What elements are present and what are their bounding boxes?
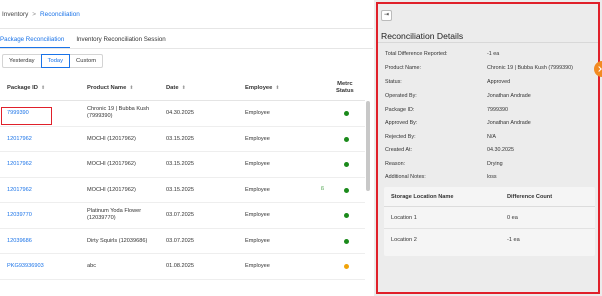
tab-bar: Package Reconciliation Inventory Reconci…	[0, 34, 178, 48]
package-id-link[interactable]: 12017962	[7, 161, 32, 168]
location-count: -1 ea	[507, 237, 520, 243]
close-details-icon[interactable]: ⇥	[381, 10, 392, 21]
table-row[interactable]: 12039770 Platinum Yoda Flower (12039770) …	[0, 203, 365, 229]
table-row[interactable]: 7999390 Chronic 19 | Bubba Kush (7999390)…	[0, 101, 365, 127]
sort-icon[interactable]: ⬍	[275, 85, 279, 91]
breadcrumb: Inventory > Reconciliation	[2, 11, 80, 18]
row-employee: Employee	[245, 135, 270, 142]
package-id-link[interactable]: 12017962	[7, 187, 32, 194]
header-product-name[interactable]: Product Name ⬍	[87, 85, 134, 91]
package-id-link[interactable]: 12017962	[7, 136, 32, 143]
header-employee[interactable]: Employee ⬍	[245, 85, 280, 91]
location-row: Location 1 0 ea	[384, 207, 595, 229]
details-title: Reconciliation Details	[381, 31, 464, 41]
table-row[interactable]: 12039686 Dirty Squirls (12039686) 03.07.…	[0, 229, 365, 254]
tab-package-reconciliation[interactable]: Package Reconciliation	[0, 34, 71, 48]
status-dot	[344, 162, 349, 167]
stray-mark: ß	[321, 186, 325, 192]
reconciliation-table: Package ID ⬍ Product Name ⬍ Date ⬍ Employee…	[0, 77, 365, 280]
package-id-link[interactable]: 12039770	[7, 212, 32, 219]
row-date: 03.15.2025	[166, 135, 194, 142]
status-dot	[344, 136, 349, 142]
table-row[interactable]: 12017962 MOCHI (12017962) 03.15.2025 Emp…	[0, 178, 365, 203]
location-name: Location 1	[391, 215, 417, 221]
row-employee: Employee	[245, 161, 270, 167]
product-name: Dirty Squirls (12039686)	[87, 237, 148, 244]
row-date: 03.15.2025	[166, 161, 194, 167]
location-row: Location 2 -1 ea	[384, 229, 595, 251]
product-name: Platinum Yoda Flower (12039770)	[87, 208, 142, 221]
status-dot	[344, 111, 349, 116]
breadcrumb-separator: >	[32, 11, 37, 18]
row-date: 03.15.2025	[166, 186, 194, 193]
status-dot	[344, 264, 349, 269]
product-name: MOCHI (12017962)	[87, 135, 136, 142]
package-id-link[interactable]: 12039686	[7, 238, 32, 245]
product-name: MOCHI (12017962)	[87, 161, 136, 167]
filter-custom-button[interactable]: Custom	[69, 54, 104, 68]
row-date: 04.30.2025	[166, 110, 194, 116]
selected-row-highlight	[1, 107, 52, 125]
product-name: abc	[87, 263, 97, 269]
sort-icon[interactable]: ⬍	[129, 85, 133, 91]
row-date: 03.07.2025	[166, 237, 194, 244]
date-filter-group: Yesterday Today Custom	[2, 54, 104, 68]
table-scrollbar[interactable]	[366, 101, 370, 191]
row-employee: Employee	[245, 237, 270, 244]
table-header: Package ID ⬍ Product Name ⬍ Date ⬍ Employee…	[0, 77, 365, 101]
breadcrumb-reconciliation[interactable]: Reconciliation	[40, 11, 80, 18]
filter-yesterday-button[interactable]: Yesterday	[2, 54, 42, 68]
location-table: Storage Location Name Difference Count L…	[384, 187, 595, 256]
tab-inventory-reconciliation-session[interactable]: Inventory Reconciliation Session	[76, 34, 171, 48]
table-row[interactable]: 12017962 MOCHI (12017962) 03.15.2025 Emp…	[0, 127, 365, 152]
row-date: 03.07.2025	[166, 212, 194, 218]
row-employee: Employee	[245, 212, 270, 218]
location-table-header: Storage Location Name Difference Count	[384, 187, 595, 207]
app-root: Inventory > Reconciliation Package Reconci…	[0, 0, 602, 296]
filter-today-button[interactable]: Today	[40, 54, 71, 68]
header-package-id[interactable]: Package ID ⬍	[7, 85, 45, 91]
row-employee: Employee	[245, 186, 270, 193]
sort-icon[interactable]: ⬍	[41, 85, 45, 91]
header-difference-count: Difference Count	[507, 194, 553, 200]
divider	[378, 42, 598, 43]
table-row[interactable]: PKG93936903 abc 01.08.2025 Employee	[0, 254, 365, 280]
row-date: 01.08.2025	[166, 263, 194, 269]
sort-icon[interactable]: ⬍	[182, 85, 186, 91]
reconciliation-pane: Inventory > Reconciliation Package Reconci…	[0, 0, 373, 296]
header-metrc-status[interactable]: Metrc Status	[336, 81, 354, 95]
divider	[0, 48, 373, 49]
location-count: 0 ea	[507, 215, 518, 221]
product-name: MOCHI (12017962)	[87, 186, 136, 193]
product-name: Chronic 19 | Bubba Kush (7999390)	[87, 106, 150, 119]
package-id-link[interactable]: PKG93936903	[7, 263, 44, 270]
row-employee: Employee	[245, 110, 270, 116]
divider	[0, 28, 373, 29]
status-dot	[344, 187, 349, 193]
table-row[interactable]: 12017962 MOCHI (12017962) 03.15.2025 Emp…	[0, 152, 365, 178]
status-dot	[344, 213, 349, 218]
row-employee: Employee	[245, 263, 270, 269]
header-date[interactable]: Date ⬍	[166, 85, 186, 91]
breadcrumb-inventory[interactable]: Inventory	[2, 11, 28, 18]
header-storage-location: Storage Location Name	[391, 194, 454, 200]
status-dot	[344, 238, 349, 244]
location-name: Location 2	[391, 237, 417, 243]
